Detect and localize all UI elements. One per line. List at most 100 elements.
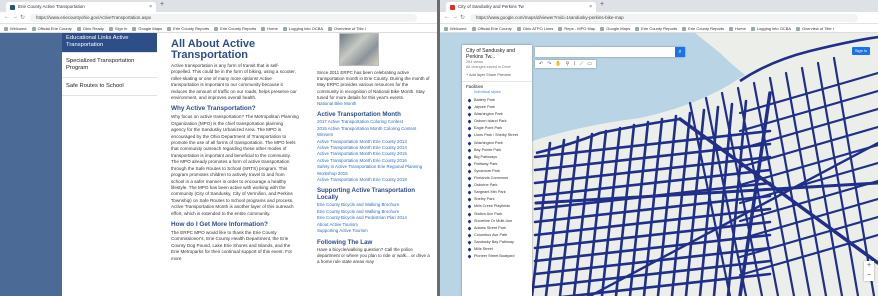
support-link[interactable]: Supporting Active Tourism bbox=[317, 228, 431, 234]
tab-title: Erie County Active Transportation bbox=[18, 4, 85, 9]
bookmark-item[interactable]: Welcome bbox=[4, 26, 27, 31]
bookmarks-bar: Welcome Official Erie County Ohio Ready Sig… bbox=[0, 24, 437, 33]
layer-style[interactable]: Individual styles bbox=[462, 90, 532, 97]
bookmark-item[interactable]: Reps - MPO Map bbox=[558, 26, 595, 31]
close-tab-icon[interactable]: × bbox=[149, 2, 152, 12]
back-icon[interactable]: ← bbox=[444, 14, 450, 20]
month-link[interactable]: 2015 Active Transportation Month Colorin… bbox=[317, 126, 431, 139]
how-heading: How do I Get More Information? bbox=[171, 220, 268, 228]
legend-item[interactable]: Mills Street bbox=[462, 246, 532, 253]
legend-item[interactable]: Columbus Ave Path bbox=[462, 232, 532, 239]
url-field[interactable]: https://www.eriecountyohio.gov/ActiveTra… bbox=[30, 14, 417, 22]
bookmark-item[interactable]: Erie County Reports bbox=[214, 26, 256, 31]
legend-list: Battery Park Jaycee Park Washington Park Os… bbox=[462, 97, 532, 260]
bookmark-item[interactable]: Overview of Title I bbox=[796, 26, 834, 31]
web-page: Educational Links Active Transportation S… bbox=[0, 33, 437, 296]
zoom-control: + − bbox=[864, 261, 874, 281]
map-tool-button[interactable]: ↶ bbox=[537, 61, 545, 67]
panel-actions[interactable]: + Add layer Share Preview bbox=[462, 70, 532, 82]
sign-in-button[interactable]: Sign in bbox=[852, 47, 870, 55]
page-title: All About Active Transportation bbox=[171, 38, 256, 61]
legend-item[interactable]: Mills Creek Playfields bbox=[462, 203, 532, 210]
bookmark-item[interactable]: Logging into OCBA bbox=[283, 26, 323, 31]
map-title: City of Sandusky and Perkins Tw... bbox=[466, 48, 516, 60]
sidebar-item[interactable]: Specialized Transportation Program bbox=[62, 53, 157, 78]
month-link[interactable]: Safety in Active Transportation Erie Reg… bbox=[317, 164, 431, 177]
address-bar: ← → ↻ https://www.eriecountyohio.gov/Act… bbox=[0, 12, 437, 24]
intro-paragraph: Active transportation is any form of tra… bbox=[171, 63, 297, 101]
bookmark-item[interactable]: Google Maps bbox=[600, 26, 630, 31]
reload-icon[interactable]: ↻ bbox=[460, 14, 465, 21]
layer-name[interactable]: Facilities bbox=[462, 82, 532, 90]
forward-icon[interactable]: → bbox=[452, 14, 458, 20]
main-content: All About Active Transportation Active t… bbox=[157, 33, 309, 296]
address-bar: ← → ↻ https://www.google.com/maps/d/view… bbox=[440, 12, 878, 24]
bookmark-item[interactable]: Home bbox=[729, 26, 746, 31]
reload-icon[interactable]: ↻ bbox=[20, 14, 25, 21]
bookmark-item[interactable]: Logging into OCBA bbox=[751, 26, 791, 31]
law-heading: Following The Law bbox=[317, 238, 373, 246]
sidebar-item[interactable]: Educational Links Active Transportation bbox=[62, 33, 157, 53]
national-bike-month-link[interactable]: National Bike Month bbox=[317, 101, 431, 107]
bookmarks-bar: Welcome Official Erie County Ohio ATPO Lin… bbox=[440, 24, 878, 33]
legend-item[interactable]: Washington Park bbox=[462, 140, 532, 147]
legend-item[interactable]: Sandusky Bay Pathway bbox=[462, 239, 532, 246]
legend-item[interactable]: Osborne Park bbox=[462, 182, 532, 189]
bookmark-item[interactable]: Welcome bbox=[444, 26, 467, 31]
legend-item[interactable]: Jaycee Park bbox=[462, 104, 532, 111]
bookmark-item[interactable]: Home bbox=[261, 26, 278, 31]
legend-item[interactable]: Big Pathways bbox=[462, 154, 532, 161]
bookmark-item[interactable]: Official Erie County bbox=[32, 26, 72, 31]
legend-item[interactable]: Station Ave Park bbox=[462, 211, 532, 218]
map-tool-button[interactable]: ✋ bbox=[553, 61, 563, 67]
zoom-out-button[interactable]: − bbox=[864, 271, 874, 281]
browser-tab[interactable]: City of Sandusky and Perkins Tw × bbox=[446, 2, 596, 12]
bookmark-item[interactable]: Erie County Reports bbox=[635, 26, 677, 31]
bookmark-item[interactable]: Sign In bbox=[109, 26, 127, 31]
month-link[interactable]: Active Transportation Month Erie County … bbox=[317, 177, 431, 183]
bookmark-item[interactable]: Ohio ATPO Lines bbox=[517, 26, 554, 31]
legend-item[interactable]: Firelands Commons bbox=[462, 175, 532, 182]
bookmark-item[interactable]: Overview of Title I bbox=[328, 26, 366, 31]
legend-item[interactable]: Shelby Park bbox=[462, 196, 532, 203]
month-links: 2017 Active Transportation Coloring Cont… bbox=[317, 119, 431, 183]
sidebar-nav: Educational Links Active Transportation S… bbox=[62, 33, 157, 296]
url-field[interactable]: https://www.google.com/maps/d/viewer?mid… bbox=[470, 14, 858, 22]
map-legend-panel: City of Sandusky and Perkins Tw... 264 v… bbox=[462, 45, 532, 296]
sidebar-item[interactable]: Safe Routes to School bbox=[62, 78, 157, 96]
legend-item[interactable]: Sargeant Mtn Park bbox=[462, 189, 532, 196]
new-tab-button[interactable]: + bbox=[600, 1, 604, 8]
legend-item[interactable]: Adams Street Park bbox=[462, 225, 532, 232]
legend-item[interactable]: Sycamore Park bbox=[462, 168, 532, 175]
bookmark-item[interactable]: Erie County Reports bbox=[682, 26, 724, 31]
legend-item[interactable]: Osborn Island Park bbox=[462, 118, 532, 125]
map-tool-button[interactable]: ⌇ bbox=[571, 61, 577, 67]
support-heading: Supporting Active Transportation Locally bbox=[317, 187, 416, 202]
bookmark-item[interactable]: Official Erie County bbox=[472, 26, 512, 31]
legend-item[interactable]: Battery Park bbox=[462, 97, 532, 104]
legend-item[interactable]: Lions Park / Shelby Street bbox=[462, 132, 532, 139]
bookmark-item[interactable]: Ohio Ready bbox=[77, 26, 104, 31]
new-tab-button[interactable]: + bbox=[160, 1, 164, 8]
map-tool-button[interactable]: ▭ bbox=[585, 61, 594, 67]
why-heading: Why Active Transportation? bbox=[171, 105, 256, 113]
bookmark-item[interactable]: Google Maps bbox=[132, 26, 162, 31]
map-search-input[interactable]: ⌕ bbox=[535, 47, 685, 57]
forward-icon[interactable]: → bbox=[12, 14, 18, 20]
aside-column: Since 2011 ERPC has been celebrating act… bbox=[309, 33, 437, 296]
legend-item[interactable]: Bay Pointe Park bbox=[462, 147, 532, 154]
close-tab-icon[interactable]: × bbox=[589, 2, 592, 12]
legend-item[interactable]: Pathway Park bbox=[462, 161, 532, 168]
law-paragraph: Have a bicycle/walking question? Call th… bbox=[317, 246, 430, 264]
legend-item[interactable]: Washington Park bbox=[462, 111, 532, 118]
legend-item[interactable]: Pioneer Street Boatyard bbox=[462, 253, 532, 260]
bookmark-item[interactable]: Erie County Reports bbox=[167, 26, 209, 31]
legend-item[interactable]: Shoreline Dr Multi-Use bbox=[462, 218, 532, 225]
back-icon[interactable]: ← bbox=[4, 14, 10, 20]
legend-item[interactable]: Eagle Point Park bbox=[462, 125, 532, 132]
support-links: Erie County Bicycle and Walking Brochure… bbox=[317, 202, 431, 234]
browser-tab[interactable]: Erie County Active Transportation × bbox=[6, 2, 156, 12]
map-canvas[interactable]: City of Sandusky and Perkins Tw... 264 v… bbox=[440, 33, 878, 296]
zoom-in-button[interactable]: + bbox=[864, 261, 874, 271]
search-icon[interactable]: ⌕ bbox=[675, 47, 685, 57]
